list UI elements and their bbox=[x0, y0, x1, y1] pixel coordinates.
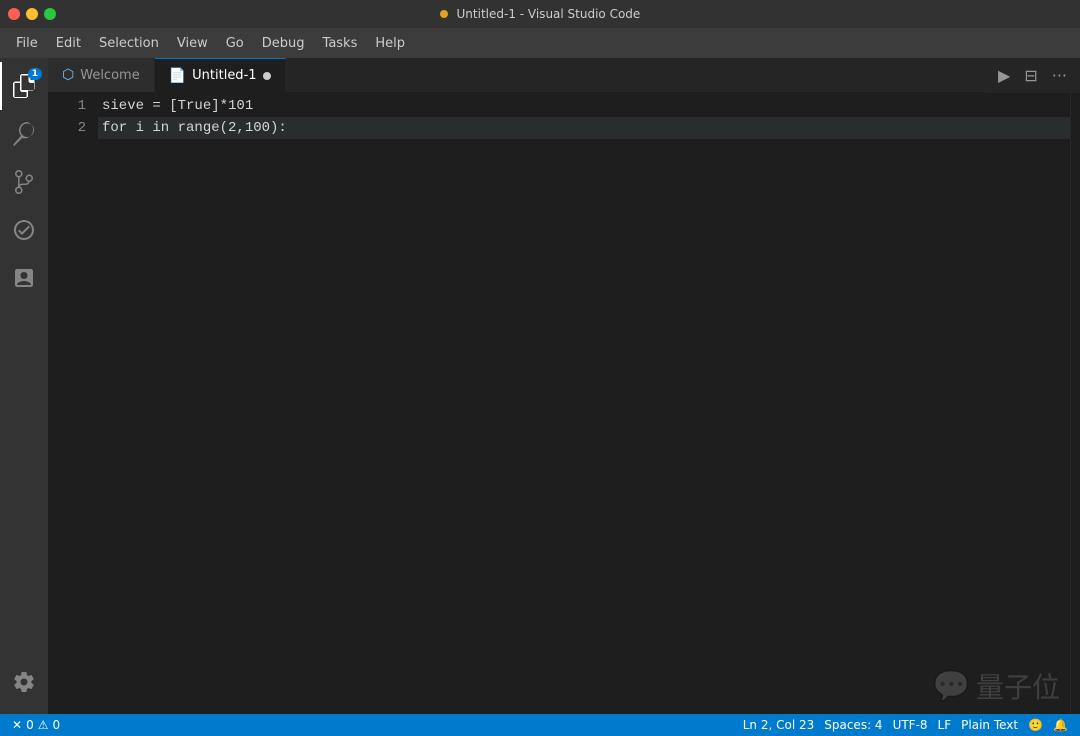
cursor-position: Ln 2, Col 23 bbox=[743, 718, 815, 732]
line-num-1: 1 bbox=[48, 95, 86, 117]
menu-view[interactable]: View bbox=[169, 33, 216, 54]
untitled-tab-icon: 📄 bbox=[169, 68, 186, 84]
menu-edit[interactable]: Edit bbox=[48, 33, 89, 54]
menu-selection[interactable]: Selection bbox=[91, 33, 167, 54]
smiley-icon: 🙂 bbox=[1028, 718, 1043, 732]
tab-welcome[interactable]: ⬡ Welcome bbox=[48, 58, 155, 92]
bell-icon: 🔔 bbox=[1053, 718, 1068, 732]
tab-bar: ⬡ Welcome 📄 Untitled-1 ▶ ⊟ ··· bbox=[48, 58, 1080, 93]
activity-bar-bottom bbox=[0, 658, 48, 706]
close-button[interactable] bbox=[8, 8, 20, 20]
editor-content[interactable]: 1 2 sieve = [True]*101 for i in range(2,… bbox=[48, 93, 1080, 714]
menu-debug[interactable]: Debug bbox=[254, 33, 313, 54]
menu-tasks[interactable]: Tasks bbox=[315, 33, 366, 54]
title-bar: Untitled-1 - Visual Studio Code bbox=[0, 0, 1080, 28]
sidebar-item-explorer[interactable]: 1 bbox=[0, 62, 48, 110]
menu-go[interactable]: Go bbox=[218, 33, 252, 54]
code-area[interactable]: sieve = [True]*101 for i in range(2,100)… bbox=[98, 93, 1070, 714]
main-area: 1 bbox=[0, 58, 1080, 714]
status-bar: ✕ 0 ⚠ 0 Ln 2, Col 23 Spaces: 4 UTF-8 LF … bbox=[0, 714, 1080, 736]
status-left: ✕ 0 ⚠ 0 bbox=[8, 714, 64, 736]
window-title: Untitled-1 - Visual Studio Code bbox=[440, 7, 641, 21]
tab-modified-dot bbox=[263, 72, 271, 80]
line-num-2: 2 bbox=[48, 117, 86, 139]
menu-help[interactable]: Help bbox=[367, 33, 413, 54]
sidebar-item-search[interactable] bbox=[0, 110, 48, 158]
status-errors[interactable]: ✕ 0 ⚠ 0 bbox=[8, 714, 64, 736]
status-encoding[interactable]: UTF-8 bbox=[889, 714, 932, 736]
language-label: Plain Text bbox=[961, 718, 1018, 732]
status-smiley[interactable]: 🙂 bbox=[1024, 714, 1047, 736]
run-button[interactable]: ▶ bbox=[993, 63, 1015, 88]
error-count: 0 bbox=[26, 718, 34, 732]
status-right: Ln 2, Col 23 Spaces: 4 UTF-8 LF Plain Te… bbox=[739, 714, 1072, 736]
welcome-tab-icon: ⬡ bbox=[62, 67, 74, 83]
warning-count: 0 bbox=[52, 718, 60, 732]
menu-file[interactable]: File bbox=[8, 33, 46, 54]
minimap bbox=[1070, 93, 1080, 714]
tab-actions: ▶ ⊟ ··· bbox=[985, 58, 1080, 93]
split-editor-button[interactable]: ⊟ bbox=[1019, 63, 1042, 88]
maximize-button[interactable] bbox=[44, 8, 56, 20]
window-controls bbox=[8, 8, 56, 20]
sidebar-item-source-control[interactable] bbox=[0, 158, 48, 206]
status-language[interactable]: Plain Text bbox=[957, 714, 1022, 736]
status-bell[interactable]: 🔔 bbox=[1049, 714, 1072, 736]
line-numbers: 1 2 bbox=[48, 93, 98, 714]
code-line-2: for i in range(2,100): bbox=[98, 117, 1070, 139]
error-icon: ✕ bbox=[12, 718, 22, 732]
explorer-badge: 1 bbox=[28, 68, 42, 80]
status-line-ending[interactable]: LF bbox=[934, 714, 956, 736]
spaces-label: Spaces: 4 bbox=[824, 718, 882, 732]
line-ending-label: LF bbox=[938, 718, 952, 732]
untitled-tab-label: Untitled-1 bbox=[192, 68, 256, 83]
encoding-label: UTF-8 bbox=[893, 718, 928, 732]
menu-bar: File Edit Selection View Go Debug Tasks … bbox=[0, 28, 1080, 58]
more-actions-button[interactable]: ··· bbox=[1047, 63, 1072, 88]
sidebar-item-settings[interactable] bbox=[0, 658, 48, 706]
modified-dot bbox=[440, 10, 448, 18]
sidebar-item-extensions[interactable] bbox=[0, 206, 48, 254]
tab-untitled[interactable]: 📄 Untitled-1 bbox=[155, 58, 286, 92]
welcome-tab-label: Welcome bbox=[80, 68, 139, 83]
editor-area: ⬡ Welcome 📄 Untitled-1 ▶ ⊟ ··· 1 2 sieve… bbox=[48, 58, 1080, 714]
status-spaces[interactable]: Spaces: 4 bbox=[820, 714, 886, 736]
warning-icon: ⚠ bbox=[38, 718, 49, 732]
status-position[interactable]: Ln 2, Col 23 bbox=[739, 714, 819, 736]
activity-bar: 1 bbox=[0, 58, 48, 714]
code-line-1: sieve = [True]*101 bbox=[98, 95, 1070, 117]
sidebar-item-remote[interactable] bbox=[0, 254, 48, 302]
minimize-button[interactable] bbox=[26, 8, 38, 20]
